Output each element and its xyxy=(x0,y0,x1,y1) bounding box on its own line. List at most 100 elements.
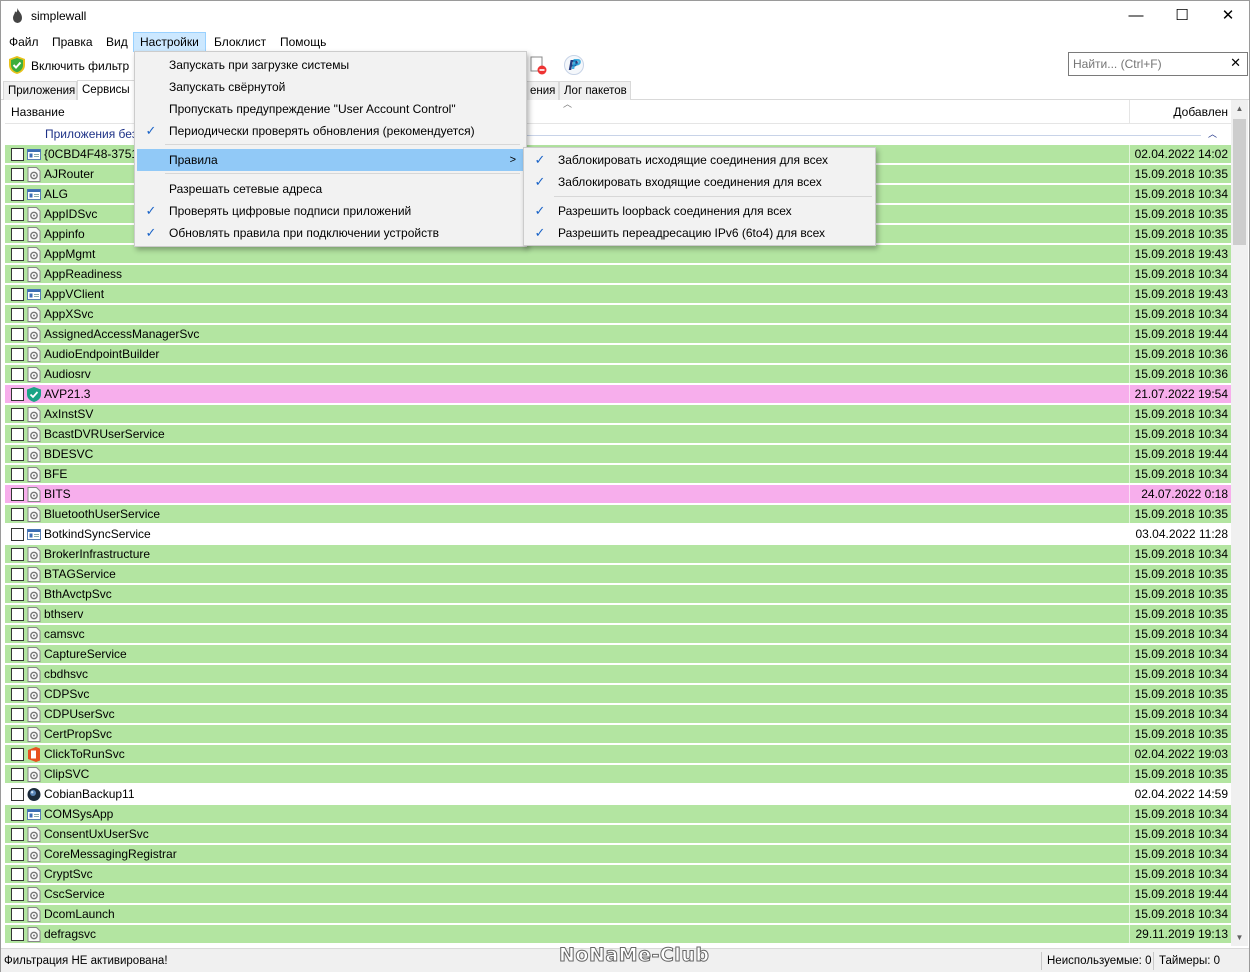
maximize-button[interactable]: ☐ xyxy=(1159,1,1205,31)
row-checkbox[interactable] xyxy=(11,648,24,661)
row-checkbox[interactable] xyxy=(11,708,24,721)
table-row[interactable]: Audiosrv 15.09.2018 10:36 xyxy=(5,365,1231,384)
menu-help[interactable]: Помощь xyxy=(274,32,332,52)
row-checkbox[interactable] xyxy=(11,508,24,521)
table-row[interactable]: AVP21.3 21.07.2022 19:54 xyxy=(5,385,1231,404)
row-checkbox[interactable] xyxy=(11,588,24,601)
settings-menu-item[interactable]: Запускать при загрузке системы xyxy=(137,54,524,76)
tab-packet-log[interactable]: Лог пакетов xyxy=(559,81,631,100)
table-row[interactable]: cbdhsvc 15.09.2018 10:34 xyxy=(5,665,1231,684)
table-row[interactable]: defragsvc 29.11.2019 19:13 xyxy=(5,925,1231,944)
table-row[interactable]: CryptSvc 15.09.2018 10:34 xyxy=(5,865,1231,884)
table-row[interactable]: ConsentUxUserSvc 15.09.2018 10:34 xyxy=(5,825,1231,844)
row-checkbox[interactable] xyxy=(11,348,24,361)
search-box[interactable]: ✕ xyxy=(1068,52,1248,76)
row-checkbox[interactable] xyxy=(11,568,24,581)
settings-menu-item[interactable]: Разрешать сетевые адреса xyxy=(137,178,524,200)
close-button[interactable]: ✕ xyxy=(1205,1,1250,31)
row-checkbox[interactable] xyxy=(11,228,24,241)
row-checkbox[interactable] xyxy=(11,248,24,261)
row-checkbox[interactable] xyxy=(11,428,24,441)
row-checkbox[interactable] xyxy=(11,748,24,761)
table-row[interactable]: BthAvctpSvc 15.09.2018 10:35 xyxy=(5,585,1231,604)
table-row[interactable]: AppVClient 15.09.2018 19:43 xyxy=(5,285,1231,304)
row-checkbox[interactable] xyxy=(11,368,24,381)
row-checkbox[interactable] xyxy=(11,308,24,321)
paypal-icon[interactable]: P P xyxy=(564,55,584,75)
menu-blocklist[interactable]: Блоклист xyxy=(208,32,272,52)
row-checkbox[interactable] xyxy=(11,928,24,941)
row-checkbox[interactable] xyxy=(11,828,24,841)
table-row[interactable]: BluetoothUserService 15.09.2018 10:35 xyxy=(5,505,1231,524)
row-checkbox[interactable] xyxy=(11,288,24,301)
table-row[interactable]: AudioEndpointBuilder 15.09.2018 10:36 xyxy=(5,345,1231,364)
vertical-scrollbar[interactable]: ▲ ▼ xyxy=(1231,100,1248,946)
row-checkbox[interactable] xyxy=(11,488,24,501)
row-checkbox[interactable] xyxy=(11,788,24,801)
row-checkbox[interactable] xyxy=(11,388,24,401)
table-row[interactable]: camsvc 15.09.2018 10:34 xyxy=(5,625,1231,644)
row-checkbox[interactable] xyxy=(11,448,24,461)
settings-menu-item[interactable]: Запускать свёрнутой xyxy=(137,76,524,98)
table-row[interactable]: CertPropSvc 15.09.2018 10:35 xyxy=(5,725,1231,744)
table-row[interactable]: BITS 24.07.2022 0:18 xyxy=(5,485,1231,504)
row-checkbox[interactable] xyxy=(11,168,24,181)
row-checkbox[interactable] xyxy=(11,548,24,561)
row-checkbox[interactable] xyxy=(11,668,24,681)
row-checkbox[interactable] xyxy=(11,888,24,901)
table-row[interactable]: BrokerInfrastructure 15.09.2018 10:34 xyxy=(5,545,1231,564)
row-checkbox[interactable] xyxy=(11,628,24,641)
row-checkbox[interactable] xyxy=(11,608,24,621)
row-checkbox[interactable] xyxy=(11,528,24,541)
settings-menu-item[interactable]: ✓ Периодически проверять обновления (реко… xyxy=(137,120,524,142)
search-clear-button[interactable]: ✕ xyxy=(1230,55,1241,71)
settings-menu-item[interactable]: Пропускать предупреждение "User Account … xyxy=(137,98,524,120)
menu-item-rules[interactable]: Правила > xyxy=(137,149,524,171)
row-checkbox[interactable] xyxy=(11,208,24,221)
minimize-button[interactable]: — xyxy=(1113,1,1159,31)
table-row[interactable]: BTAGService 15.09.2018 10:35 xyxy=(5,565,1231,584)
row-checkbox[interactable] xyxy=(11,328,24,341)
search-input[interactable] xyxy=(1073,54,1223,74)
menu-settings[interactable]: Настройки xyxy=(133,32,206,52)
row-checkbox[interactable] xyxy=(11,468,24,481)
rules-menu-item[interactable]: ✓ Разрешить переадресацию IPv6 (6to4) для… xyxy=(526,222,873,244)
table-row[interactable]: CaptureService 15.09.2018 10:34 xyxy=(5,645,1231,664)
column-added-header[interactable]: Добавлен xyxy=(1173,105,1228,119)
row-checkbox[interactable] xyxy=(11,268,24,281)
row-checkbox[interactable] xyxy=(11,868,24,881)
settings-menu-item[interactable]: ✓ Обновлять правила при подключении устро… xyxy=(137,222,524,244)
table-row[interactable]: ClickToRunSvc 02.04.2022 19:03 xyxy=(5,745,1231,764)
rules-menu-item[interactable]: ✓ Заблокировать входящие соединения для в… xyxy=(526,171,873,193)
table-row[interactable]: CDPSvc 15.09.2018 10:35 xyxy=(5,685,1231,704)
table-row[interactable]: AppMgmt 15.09.2018 19:43 xyxy=(5,245,1231,264)
rules-menu-item[interactable]: ✓ Заблокировать исходящие соединения для … xyxy=(526,149,873,171)
row-checkbox[interactable] xyxy=(11,148,24,161)
row-checkbox[interactable] xyxy=(11,848,24,861)
table-row[interactable]: ClipSVC 15.09.2018 10:35 xyxy=(5,765,1231,784)
scroll-thumb[interactable] xyxy=(1233,119,1246,245)
row-checkbox[interactable] xyxy=(11,768,24,781)
row-checkbox[interactable] xyxy=(11,908,24,921)
menu-edit[interactable]: Правка xyxy=(46,32,99,52)
table-row[interactable]: CobianBackup11 02.04.2022 14:59 xyxy=(5,785,1231,804)
table-row[interactable]: DcomLaunch 15.09.2018 10:34 xyxy=(5,905,1231,924)
table-row[interactable]: CDPUserSvc 15.09.2018 10:34 xyxy=(5,705,1231,724)
table-row[interactable]: AppReadiness 15.09.2018 10:34 xyxy=(5,265,1231,284)
log-clear-icon[interactable] xyxy=(530,55,548,75)
table-row[interactable]: BotkindSyncService 03.04.2022 11:28 xyxy=(5,525,1231,544)
table-row[interactable]: CscService 15.09.2018 19:44 xyxy=(5,885,1231,904)
table-row[interactable]: AppXSvc 15.09.2018 10:34 xyxy=(5,305,1231,324)
table-row[interactable]: bthserv 15.09.2018 10:35 xyxy=(5,605,1231,624)
tab-services[interactable]: Сервисы xyxy=(77,80,135,101)
menu-view[interactable]: Вид xyxy=(100,32,134,52)
table-row[interactable]: BFE 15.09.2018 10:34 xyxy=(5,465,1231,484)
scroll-down-icon[interactable]: ▼ xyxy=(1231,929,1248,946)
collapse-group-icon[interactable]: ︿ xyxy=(1208,127,1217,140)
table-row[interactable]: COMSysApp 15.09.2018 10:34 xyxy=(5,805,1231,824)
table-row[interactable]: CoreMessagingRegistrar 15.09.2018 10:34 xyxy=(5,845,1231,864)
row-checkbox[interactable] xyxy=(11,188,24,201)
table-row[interactable]: BDESVC 15.09.2018 19:44 xyxy=(5,445,1231,464)
row-checkbox[interactable] xyxy=(11,728,24,741)
settings-menu-item[interactable]: ✓ Проверять цифровые подписи приложений xyxy=(137,200,524,222)
